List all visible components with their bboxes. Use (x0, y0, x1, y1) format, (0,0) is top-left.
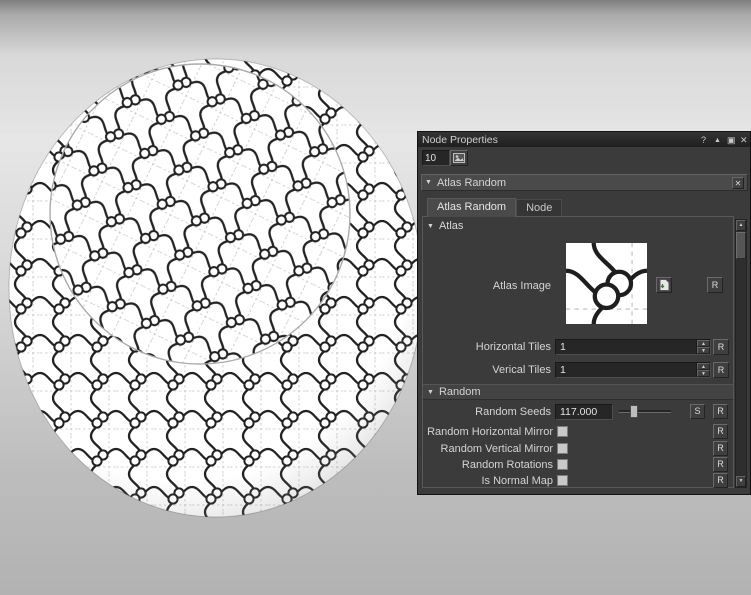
vertical-tiles-input[interactable] (556, 363, 696, 377)
panel-titlebar[interactable]: Node Properties ? ▲ ▣ ✕ (418, 132, 750, 147)
reset-button[interactable]: R (707, 277, 723, 293)
node-close-icon[interactable]: ✕ (732, 177, 744, 189)
random-rotations-label: Random Rotations (423, 459, 553, 471)
node-properties-panel: Node Properties ? ▲ ▣ ✕ ▼ Atlas Random ✕ (417, 131, 751, 495)
scrollbar-thumb[interactable] (736, 232, 746, 259)
titlebar-icons: ? ▲ ▣ ✕ (695, 134, 746, 145)
tab-atlas-random[interactable]: Atlas Random (427, 198, 516, 217)
panel-title: Node Properties (422, 134, 498, 146)
node-id-input[interactable] (422, 150, 450, 166)
vertical-tiles-stepper: ▲ ▼ (696, 363, 710, 377)
horizontal-tiles-field: ▲ ▼ (555, 339, 711, 355)
checkbox-is-normal-map[interactable] (557, 475, 568, 486)
sphere-preview[interactable] (2, 56, 432, 520)
tab-node[interactable]: Node (516, 199, 562, 217)
random-seeds-field (555, 404, 613, 420)
reset-button[interactable]: R (713, 473, 728, 488)
random-seeds-label: Random Seeds (423, 406, 551, 418)
random-horizontal-mirror-label: Random Horizontal Mirror (423, 426, 553, 438)
random-section-header[interactable]: ▼ Random (423, 384, 733, 400)
atlas-image-thumbnail[interactable] (566, 243, 647, 324)
atlas-tile-image (566, 243, 647, 324)
checkbox-random-rotations[interactable] (557, 459, 568, 470)
maximize-icon[interactable]: ▣ (721, 134, 733, 145)
help-icon[interactable]: ? (695, 134, 707, 145)
node-header-bar[interactable]: ▼ Atlas Random ✕ (421, 174, 748, 191)
atlas-section-label: Atlas (439, 220, 463, 232)
reset-button[interactable]: R (713, 362, 729, 378)
horizontal-tiles-input[interactable] (556, 340, 696, 354)
collapse-icon[interactable]: ▼ (427, 223, 434, 230)
spin-up-icon[interactable]: ▲ (697, 363, 710, 370)
reset-button[interactable]: R (713, 457, 728, 472)
node-header-label: Atlas Random (437, 177, 506, 189)
reset-button[interactable]: R (713, 339, 729, 355)
spin-down-icon[interactable]: ▼ (697, 370, 710, 377)
random-vertical-mirror-label: Random Vertical Mirror (423, 443, 553, 455)
seed-button[interactable]: S (690, 404, 705, 419)
seed-slider-track[interactable] (619, 410, 671, 413)
image-icon (453, 153, 465, 163)
seed-slider-handle[interactable] (630, 405, 638, 418)
spin-up-icon[interactable]: ▲ (697, 340, 710, 347)
collapse-icon[interactable]: ▼ (425, 179, 432, 186)
spin-down-icon[interactable]: ▼ (697, 347, 710, 354)
is-normal-map-label: Is Normal Map (423, 475, 553, 487)
pin-icon[interactable]: ▲ (708, 134, 720, 145)
random-section-label: Random (439, 386, 481, 398)
application-viewport: Node Properties ? ▲ ▣ ✕ ▼ Atlas Random ✕ (0, 0, 751, 595)
atlas-image-label: Atlas Image (423, 280, 551, 292)
reset-button[interactable]: R (713, 424, 728, 439)
random-seeds-input[interactable] (556, 405, 612, 419)
reset-button[interactable]: R (713, 441, 728, 456)
close-icon[interactable]: ✕ (734, 134, 746, 145)
checkbox-random-vertical-mirror[interactable] (557, 443, 568, 454)
load-image-button[interactable] (656, 277, 672, 293)
scroll-down-icon[interactable]: ▼ (736, 476, 746, 487)
checkbox-random-horizontal-mirror[interactable] (557, 426, 568, 437)
collapse-icon[interactable]: ▼ (427, 389, 434, 396)
vertical-tiles-field: ▲ ▼ (555, 362, 711, 378)
horizontal-tiles-label: Horizontal Tiles (423, 341, 551, 353)
tab-content: ▼ Atlas Atlas Image (422, 216, 734, 488)
panel-scrollbar[interactable]: ▲ ▼ (735, 219, 747, 488)
tab-bar: Atlas Random Node (427, 198, 562, 217)
preview-image-button[interactable] (450, 150, 468, 166)
load-image-icon (659, 279, 670, 291)
horizontal-tiles-stepper: ▲ ▼ (696, 340, 710, 354)
scroll-up-icon[interactable]: ▲ (736, 220, 746, 231)
vertical-tiles-label: Verical Tiles (423, 364, 551, 376)
atlas-section-header[interactable]: ▼ Atlas (427, 220, 463, 232)
panel-toolbar (418, 147, 750, 171)
reset-button[interactable]: R (713, 404, 728, 419)
